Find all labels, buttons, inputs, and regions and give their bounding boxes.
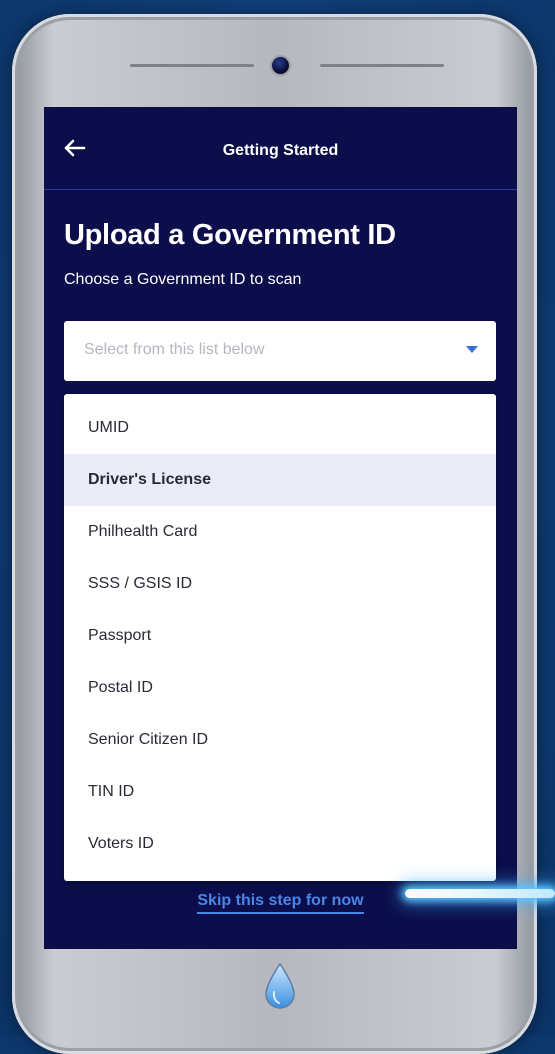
glow-pointer-indicator: [405, 889, 555, 898]
phone-frame: Getting Started Upload a Government ID C…: [12, 14, 537, 1054]
id-options-dropdown: UMID Driver's License Philhealth Card SSS /…: [64, 394, 496, 881]
speaker-grille-left: [130, 64, 254, 67]
home-button-water-drop-icon[interactable]: [262, 962, 298, 1012]
dropdown-option[interactable]: Voters ID: [64, 818, 496, 870]
top-app-bar: Getting Started: [44, 107, 517, 190]
upload-heading: Upload a Government ID: [64, 219, 396, 251]
front-camera-icon: [272, 57, 289, 74]
skip-step-link[interactable]: Skip this step for now: [197, 892, 364, 914]
phone-screen: Getting Started Upload a Government ID C…: [44, 107, 517, 949]
dropdown-option[interactable]: Passport: [64, 610, 496, 662]
dropdown-option[interactable]: TIN ID: [64, 766, 496, 818]
speaker-grille-right: [320, 64, 444, 67]
caret-down-icon: [466, 346, 478, 353]
select-placeholder: Select from this list below: [84, 341, 265, 358]
id-options-list: UMID Driver's License Philhealth Card SSS /…: [64, 394, 496, 870]
dropdown-option[interactable]: SSS / GSIS ID: [64, 558, 496, 610]
government-id-select[interactable]: Select from this list below: [64, 321, 496, 381]
dropdown-option[interactable]: Postal ID: [64, 662, 496, 714]
page-title: Getting Started: [222, 142, 339, 159]
dropdown-option[interactable]: UMID: [64, 402, 496, 454]
dropdown-option[interactable]: Driver's License: [64, 454, 496, 506]
dropdown-option[interactable]: Senior Citizen ID: [64, 714, 496, 766]
dropdown-option[interactable]: Philhealth Card: [64, 506, 496, 558]
upload-subheading: Choose a Government ID to scan: [64, 271, 302, 288]
